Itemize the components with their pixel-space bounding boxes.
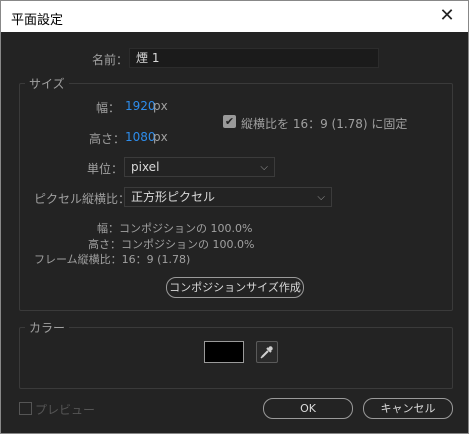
chevron-down-icon: ⌵ bbox=[260, 162, 268, 173]
close-button[interactable]: ✕ bbox=[432, 3, 462, 29]
height-label: 高さ： bbox=[89, 132, 126, 146]
checkmark-icon: ✔ bbox=[224, 115, 235, 128]
preview-checkbox[interactable] bbox=[19, 402, 32, 415]
pixel-aspect-label: ピクセル縦横比： bbox=[34, 192, 131, 206]
dialog-title: 平面設定 bbox=[11, 13, 64, 28]
dialog-content: 名前： 煙 1 サイズ 幅： 1920 px 高さ： 1080 px ✔ 縦横比… bbox=[1, 32, 468, 433]
width-label: 幅： bbox=[96, 101, 121, 115]
lock-aspect-label: 縦横比を 16：9 (1.78) に固定 bbox=[241, 117, 408, 131]
solid-settings-dialog: 平面設定 ✕ 名前： 煙 1 サイズ 幅： 1920 px 高さ： 1080 p… bbox=[0, 0, 469, 434]
eyedropper-button[interactable] bbox=[256, 341, 278, 363]
lock-aspect-checkbox[interactable]: ✔ bbox=[223, 115, 236, 128]
color-legend: カラー bbox=[25, 319, 70, 336]
units-dropdown[interactable]: pixel ⌵ bbox=[124, 157, 275, 177]
cancel-button[interactable]: キャンセル bbox=[363, 398, 453, 419]
pixel-aspect-dropdown[interactable]: 正方形ピクセル ⌵ bbox=[124, 187, 332, 207]
title-bar: 平面設定 ✕ bbox=[1, 1, 468, 32]
color-swatch[interactable] bbox=[204, 341, 244, 363]
info-frame-aspect: フレーム縦横比：16：9 (1.78) bbox=[34, 253, 191, 266]
height-value[interactable]: 1080 bbox=[125, 130, 156, 144]
eyedropper-icon bbox=[260, 346, 273, 359]
info-height: 高さ：コンポジションの 100.0% bbox=[88, 238, 255, 251]
name-label: 名前： bbox=[92, 53, 129, 67]
units-label: 単位： bbox=[87, 162, 124, 176]
make-comp-size-button[interactable]: コンポジションサイズ作成 bbox=[166, 277, 304, 298]
info-width: 幅：コンポジションの 100.0% bbox=[97, 222, 253, 235]
name-field[interactable]: 煙 1 bbox=[129, 48, 379, 68]
preview-label: プレビュー bbox=[35, 403, 96, 417]
width-unit: px bbox=[153, 99, 168, 113]
height-unit: px bbox=[153, 130, 168, 144]
pixel-aspect-value: 正方形ピクセル bbox=[131, 190, 216, 204]
units-value: pixel bbox=[131, 160, 160, 174]
size-legend: サイズ bbox=[25, 75, 69, 92]
close-icon: ✕ bbox=[439, 5, 455, 26]
ok-button[interactable]: OK bbox=[263, 398, 353, 419]
chevron-down-icon: ⌵ bbox=[317, 192, 325, 203]
width-value[interactable]: 1920 bbox=[125, 99, 156, 113]
